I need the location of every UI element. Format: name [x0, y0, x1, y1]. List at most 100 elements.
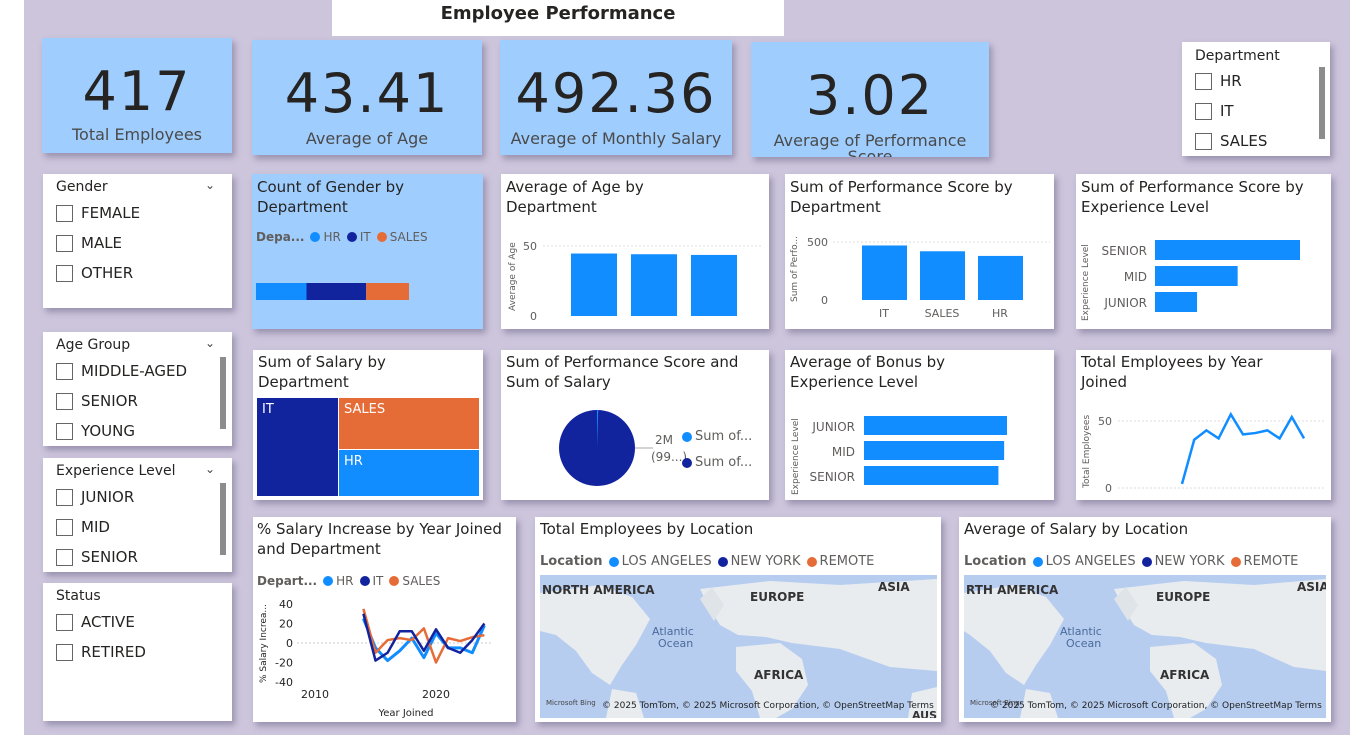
slicer-item-young[interactable]: YOUNG: [56, 422, 135, 440]
slicer-header: Status: [56, 588, 101, 604]
y-axis-label: Total Employees: [1082, 415, 1092, 489]
slicer-item-active[interactable]: ACTIVE: [56, 613, 135, 631]
chevron-down-icon[interactable]: ⌄: [205, 336, 215, 350]
salary-increase-visual[interactable]: % Salary Increase by Year Joined and Dep…: [253, 517, 516, 722]
gender-by-department-visual[interactable]: Count of Gender by Department Depa... HR…: [252, 174, 483, 329]
checkbox[interactable]: [56, 548, 73, 566]
checkbox[interactable]: [56, 643, 73, 661]
treemap-cell-sales[interactable]: SALES: [339, 398, 479, 449]
checkbox[interactable]: [1195, 72, 1212, 90]
slicer-item-senior[interactable]: SENIOR: [56, 548, 138, 566]
slicer-item-mid[interactable]: MID: [56, 518, 110, 536]
slicer-item-middle-aged[interactable]: MIDDLE-AGED: [56, 362, 187, 380]
bonus-by-experience-visual[interactable]: Average of Bonus by Experience Level Exp…: [785, 350, 1054, 500]
column-bar: [691, 254, 737, 316]
scrollbar[interactable]: [220, 357, 226, 429]
kpi-value: 3.02: [805, 64, 935, 127]
checkbox[interactable]: [56, 234, 73, 252]
y-axis-label: Experience Level: [1081, 244, 1091, 321]
scrollbar[interactable]: [1319, 67, 1325, 139]
y-axis-label: Average of Age: [508, 242, 518, 311]
checkbox[interactable]: [56, 392, 73, 410]
checkbox[interactable]: [56, 204, 73, 222]
kpi-label: Total Employees: [71, 125, 203, 144]
pie-data-label: 2M: [655, 433, 673, 447]
scrollbar[interactable]: [220, 483, 226, 555]
bar-segment-it: [306, 283, 367, 300]
map-attribution[interactable]: © 2025 TomTom, © 2025 Microsoft Corporat…: [602, 701, 934, 711]
performance-by-department-visual[interactable]: Sum of Performance Score by Department S…: [785, 174, 1054, 329]
legend-title: Location: [540, 554, 603, 569]
department-slicer: Department HR IT SALES: [1182, 42, 1330, 156]
legend-item: NEW YORK: [730, 554, 801, 569]
employees-by-year-visual[interactable]: Total Employees by Year Joined Total Emp…: [1076, 350, 1331, 500]
line-chart: Total Employees 50 0: [1082, 411, 1326, 495]
treemap-label: IT: [262, 402, 274, 417]
map-label: AFRICA: [754, 668, 804, 682]
slicer-item-female[interactable]: FEMALE: [56, 204, 140, 222]
performance-and-salary-pie-visual[interactable]: Sum of Performance Score and Sum of Sala…: [501, 350, 769, 500]
legend-dot-icon: [1032, 556, 1043, 567]
treemap-cell-hr[interactable]: HR: [339, 450, 479, 496]
page-title: Employee Performance: [332, 0, 784, 36]
checkbox[interactable]: [1195, 102, 1212, 120]
legend-item: LOS ANGELES: [1045, 554, 1136, 569]
bar: [1155, 240, 1300, 260]
slicer-item-junior[interactable]: JUNIOR: [56, 488, 134, 506]
treemap-label: SALES: [344, 402, 386, 417]
y-tick-label: -20: [275, 657, 293, 670]
y-tick-label: SENIOR: [1102, 244, 1148, 258]
slicer-item-sales[interactable]: SALES: [1195, 132, 1267, 150]
performance-by-experience-visual[interactable]: Sum of Performance Score by Experience L…: [1076, 174, 1331, 329]
slicer-item-hr[interactable]: HR: [1195, 72, 1242, 90]
chart-legend: Location LOS ANGELES NEW YORK REMOTE: [540, 554, 874, 569]
map-label: AFRICA: [1160, 668, 1210, 682]
kpi-label: Average of Age: [305, 129, 429, 148]
world-map[interactable]: NORTH AMERICA EUROPE ASIA Atlantic Ocean…: [540, 575, 937, 718]
checkbox[interactable]: [56, 264, 73, 282]
slicer-header: Department: [1195, 48, 1280, 64]
kpi-value: 492.36: [515, 62, 717, 125]
kpi-card-average-performance: 3.02 Average of Performance Score: [751, 42, 989, 157]
line-series: [1180, 411, 1306, 485]
x-tick-label: HR: [992, 307, 1008, 320]
checkbox[interactable]: [56, 518, 73, 536]
slicer-item-retired[interactable]: RETIRED: [56, 643, 146, 661]
slicer-header: Gender: [56, 179, 108, 195]
column-chart: Average of Age 50 0: [508, 240, 763, 323]
legend-item: Sum of...: [682, 429, 752, 444]
column-bar: [978, 255, 1023, 300]
slicer-header: Experience Level: [56, 463, 176, 479]
bar: [1155, 266, 1238, 286]
slicer-item-it[interactable]: IT: [1195, 102, 1234, 120]
checkbox[interactable]: [1195, 132, 1212, 150]
age-by-department-visual[interactable]: Average of Age by Department Average of …: [501, 174, 769, 329]
slicer-item-other[interactable]: OTHER: [56, 264, 133, 282]
checkbox[interactable]: [56, 613, 73, 631]
y-tick-label: 0: [821, 294, 828, 307]
map-label: EUROPE: [1156, 590, 1211, 604]
y-axis-label: Experience Level: [791, 418, 801, 495]
salary-by-location-map[interactable]: Average of Salary by Location Location L…: [959, 517, 1331, 722]
legend-item: LOS ANGELES: [621, 554, 712, 569]
slicer-item-male[interactable]: MALE: [56, 234, 122, 252]
map-attribution[interactable]: © 2025 TomTom, © 2025 Microsoft Corporat…: [990, 701, 1322, 711]
checkbox[interactable]: [56, 488, 73, 506]
legend-item: NEW YORK: [1154, 554, 1225, 569]
kpi-value: 43.41: [284, 62, 450, 125]
treemap-cell-it[interactable]: IT: [257, 398, 338, 496]
bar-segment-sales: [366, 283, 409, 300]
checkbox[interactable]: [56, 422, 73, 440]
employees-by-location-map[interactable]: Total Employees by Location Location LOS…: [535, 517, 941, 722]
salary-by-department-treemap[interactable]: Sum of Salary by Department IT SALES HR: [253, 350, 483, 500]
world-map[interactable]: RTH AMERICA EUROPE ASIA Atlantic Ocean A…: [964, 575, 1326, 718]
kpi-card-total-employees: 417 Total Employees: [42, 38, 232, 153]
chevron-down-icon[interactable]: ⌄: [205, 462, 215, 476]
bar-segment-hr: [256, 283, 307, 300]
legend-title: Location: [964, 554, 1027, 569]
slicer-item-senior[interactable]: SENIOR: [56, 392, 138, 410]
visual-title: Average of Salary by Location: [964, 520, 1189, 538]
y-tick-label: MID: [1124, 270, 1147, 284]
checkbox[interactable]: [56, 362, 73, 380]
chevron-down-icon[interactable]: ⌄: [205, 178, 215, 192]
